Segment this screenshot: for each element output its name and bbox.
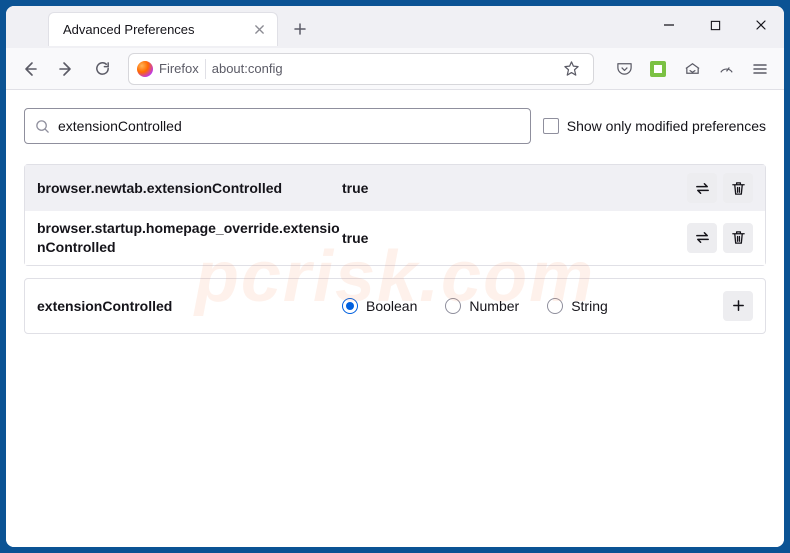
pref-row: browser.startup.homepage_override.extens… [25, 211, 765, 265]
pref-name: browser.newtab.extensionControlled [37, 179, 342, 198]
toolbar: Firefox about:config [6, 48, 784, 90]
forward-button[interactable] [50, 53, 82, 85]
performance-button[interactable] [710, 53, 742, 85]
tab-active[interactable]: Advanced Preferences [48, 12, 278, 46]
delete-button[interactable] [723, 223, 753, 253]
extension-button[interactable] [642, 53, 674, 85]
delete-button[interactable] [723, 173, 753, 203]
arrow-left-icon [21, 60, 39, 78]
toggle-button[interactable] [687, 223, 717, 253]
browser-window: Advanced Preferences [6, 6, 784, 547]
reload-icon [94, 60, 111, 77]
radio-string[interactable]: String [547, 298, 608, 314]
maximize-button[interactable] [692, 6, 738, 44]
search-input[interactable] [58, 118, 520, 134]
close-tab-button[interactable] [253, 23, 267, 37]
radio-number[interactable]: Number [445, 298, 519, 314]
swap-icon [694, 180, 711, 197]
toggle-button[interactable] [687, 173, 717, 203]
firefox-logo-icon [137, 61, 153, 77]
radio-icon [547, 298, 563, 314]
back-button[interactable] [14, 53, 46, 85]
pref-value: true [342, 180, 687, 196]
checkbox-label: Show only modified preferences [567, 118, 766, 134]
star-icon [563, 60, 580, 77]
pref-row: browser.newtab.extensionControlled true [25, 165, 765, 211]
pref-value: true [342, 230, 687, 246]
tab-strip: Advanced Preferences [6, 6, 784, 48]
gauge-icon [718, 60, 735, 77]
add-pref-row: extensionControlled Boolean Number Strin… [24, 278, 766, 334]
radio-icon [445, 298, 461, 314]
add-button[interactable] [723, 291, 753, 321]
type-options: Boolean Number String [342, 298, 723, 314]
minimize-button[interactable] [646, 6, 692, 44]
show-modified-checkbox[interactable]: Show only modified preferences [543, 118, 766, 134]
prefs-table: browser.newtab.extensionControlled true … [24, 164, 766, 266]
swap-icon [694, 229, 711, 246]
close-window-button[interactable] [738, 6, 784, 44]
puzzle-icon [650, 61, 666, 77]
checkbox-icon [543, 118, 559, 134]
mail-icon [684, 60, 701, 77]
search-row: Show only modified preferences [24, 108, 766, 144]
window-controls [646, 6, 784, 44]
about-config-content: Show only modified preferences browser.n… [6, 90, 784, 547]
pocket-button[interactable] [608, 53, 640, 85]
new-tab-button[interactable] [286, 15, 314, 43]
toolbar-right [608, 53, 776, 85]
maximize-icon [710, 20, 721, 31]
close-icon [755, 19, 767, 31]
add-pref-name: extensionControlled [37, 298, 342, 314]
search-icon [35, 119, 50, 134]
pref-name: browser.startup.homepage_override.extens… [37, 219, 342, 257]
url-text: about:config [212, 61, 549, 76]
url-bar[interactable]: Firefox about:config [128, 53, 594, 85]
plus-icon [293, 22, 307, 36]
bookmark-star-button[interactable] [555, 53, 587, 85]
trash-icon [731, 181, 746, 196]
radio-boolean[interactable]: Boolean [342, 298, 417, 314]
tab-title: Advanced Preferences [63, 22, 195, 37]
trash-icon [731, 230, 746, 245]
radio-icon [342, 298, 358, 314]
arrow-right-icon [57, 60, 75, 78]
identity-box[interactable]: Firefox [135, 59, 206, 79]
reload-button[interactable] [86, 53, 118, 85]
hamburger-icon [752, 61, 768, 77]
pocket-icon [616, 60, 633, 77]
close-icon [254, 24, 265, 35]
radio-label: String [571, 298, 608, 314]
plus-icon [731, 298, 746, 313]
minimize-icon [663, 19, 675, 31]
identity-label: Firefox [159, 61, 199, 76]
radio-label: Number [469, 298, 519, 314]
radio-label: Boolean [366, 298, 417, 314]
app-menu-button[interactable] [744, 53, 776, 85]
search-box[interactable] [24, 108, 531, 144]
account-button[interactable] [676, 53, 708, 85]
